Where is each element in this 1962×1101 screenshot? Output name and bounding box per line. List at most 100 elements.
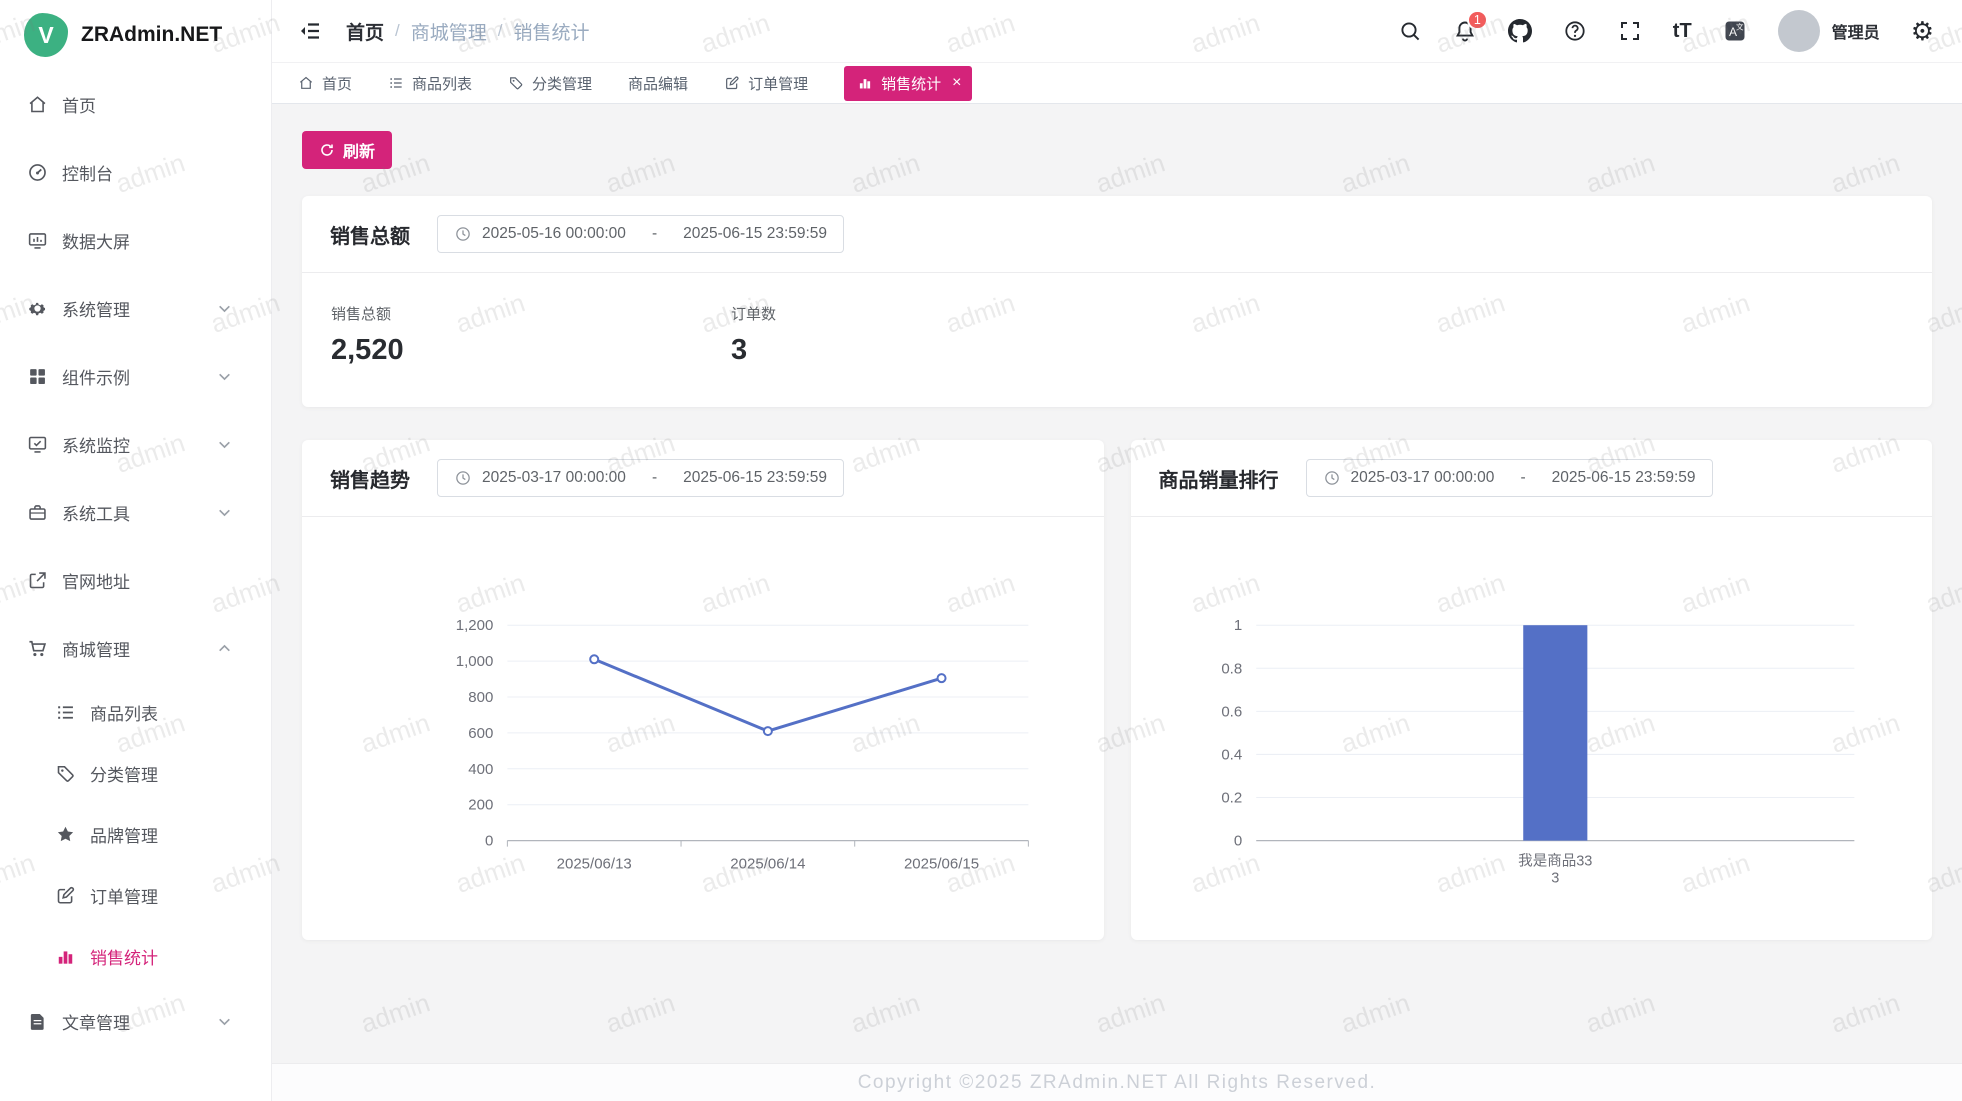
stat-order-count: 订单数 3 — [731, 303, 1131, 367]
list-icon — [388, 75, 404, 91]
notification-bell-icon[interactable]: 1 — [1453, 19, 1477, 43]
breadcrumb-item-mall[interactable]: 商城管理 — [411, 18, 487, 45]
stat-value: 2,520 — [331, 334, 731, 367]
svg-text:2025/06/14: 2025/06/14 — [730, 856, 805, 873]
sidebar-item-label: 文章管理 — [62, 1009, 130, 1034]
tab-close-icon[interactable]: × — [952, 75, 961, 91]
sidebar-item-label: 系统管理 — [62, 296, 130, 321]
github-icon[interactable] — [1508, 19, 1532, 43]
date-start: 2025-05-16 00:00:00 — [482, 225, 626, 243]
user-menu[interactable]: 管理员 — [1778, 10, 1880, 52]
sidebar-item-label: 数据大屏 — [62, 228, 130, 253]
sidebar-menu: 首页控制台数据大屏系统管理组件示例系统监控系统工具官网地址商城管理商品列表分类管… — [0, 70, 271, 1055]
sidebar-item-label: 控制台 — [62, 160, 113, 185]
sidebar-item-article[interactable]: 文章管理 — [0, 987, 271, 1055]
main-column: 首页 / 商城管理 / 销售统计 1 — [272, 0, 1962, 1101]
svg-text:0.4: 0.4 — [1221, 746, 1242, 763]
chevron-down-icon — [214, 434, 235, 455]
sidebar-item-website[interactable]: 官网地址 — [0, 546, 271, 614]
language-icon[interactable]: A文 — [1723, 19, 1747, 43]
category-icon — [508, 75, 524, 91]
home-icon — [27, 94, 48, 115]
sidebar-item-console[interactable]: 控制台 — [0, 138, 271, 206]
stat-label: 销售总额 — [331, 303, 731, 324]
sidebar-item-monitor[interactable]: 系统监控 — [0, 410, 271, 478]
svg-text:600: 600 — [468, 725, 493, 742]
sidebar-item-label: 商城管理 — [62, 636, 130, 661]
product-rank-card: 商品销量排行 2025-03-17 00:00:00 - 2025-06-15 … — [1131, 440, 1933, 940]
breadcrumb-item-home[interactable]: 首页 — [346, 18, 384, 45]
sidebar-collapse-icon[interactable] — [298, 19, 322, 43]
svg-text:0.6: 0.6 — [1221, 703, 1242, 720]
sidebar-item-components[interactable]: 组件示例 — [0, 342, 271, 410]
chevron-down-icon — [214, 298, 235, 319]
breadcrumb: 首页 / 商城管理 / 销售统计 — [346, 18, 590, 45]
svg-text:2025/06/13: 2025/06/13 — [557, 856, 632, 873]
tab-goods-list[interactable]: 商品列表 — [388, 73, 472, 94]
sidebar: V ZRAdmin.NET 首页控制台数据大屏系统管理组件示例系统监控系统工具官… — [0, 0, 272, 1101]
search-icon[interactable] — [1398, 19, 1422, 43]
summary-date-range-picker[interactable]: 2025-05-16 00:00:00 - 2025-06-15 23:59:5… — [437, 215, 844, 253]
stat-label: 订单数 — [731, 303, 1131, 324]
summary-card-title: 销售总额 — [330, 220, 410, 249]
refresh-button[interactable]: 刷新 — [302, 131, 392, 169]
date-separator: - — [652, 469, 657, 487]
category-icon — [55, 763, 76, 784]
sidebar-submenu-mall: 商品列表分类管理品牌管理订单管理销售统计 — [0, 682, 271, 987]
clock-icon — [454, 469, 472, 487]
sidebar-item-home[interactable]: 首页 — [0, 70, 271, 138]
stat-total-sales: 销售总额 2,520 — [331, 303, 731, 367]
sidebar-item-order[interactable]: 订单管理 — [0, 865, 271, 926]
sidebar-item-brand[interactable]: 品牌管理 — [0, 804, 271, 865]
svg-text:0: 0 — [1233, 833, 1241, 850]
settings-gear-icon[interactable]: ⚙ — [1911, 19, 1934, 43]
rank-date-range-picker[interactable]: 2025-03-17 00:00:00 - 2025-06-15 23:59:5… — [1306, 459, 1713, 497]
tab-label: 商品编辑 — [628, 73, 688, 94]
sidebar-item-sales-stats[interactable]: 销售统计 — [0, 926, 271, 987]
bar-chart-icon — [857, 75, 873, 91]
edit-icon — [724, 75, 740, 91]
tab-label: 订单管理 — [748, 73, 808, 94]
sidebar-item-label: 组件示例 — [62, 364, 130, 389]
copyright-text: Copyright ©2025 ZRAdmin.NET All Rights R… — [858, 1072, 1377, 1094]
svg-text:1: 1 — [1233, 617, 1241, 634]
fullscreen-icon[interactable] — [1618, 19, 1642, 43]
sidebar-item-label: 销售统计 — [90, 944, 158, 969]
sidebar-item-category[interactable]: 分类管理 — [0, 743, 271, 804]
sidebar-item-label: 品牌管理 — [90, 822, 158, 847]
svg-text:2025/06/15: 2025/06/15 — [904, 856, 979, 873]
app-root: V ZRAdmin.NET 首页控制台数据大屏系统管理组件示例系统监控系统工具官… — [0, 0, 1962, 1101]
sidebar-item-label: 订单管理 — [90, 883, 158, 908]
date-start: 2025-03-17 00:00:00 — [482, 469, 626, 487]
app-logo[interactable]: V ZRAdmin.NET — [0, 0, 271, 70]
navbar-actions: 1 tT A文 管理员 ⚙ — [1398, 10, 1934, 52]
sidebar-item-system[interactable]: 系统管理 — [0, 274, 271, 342]
tab-home[interactable]: 首页 — [298, 73, 352, 94]
date-start: 2025-03-17 00:00:00 — [1351, 469, 1495, 487]
svg-text:1,000: 1,000 — [456, 653, 494, 670]
sales-summary-card: 销售总额 2025-05-16 00:00:00 - 2025-06-15 23… — [302, 196, 1932, 407]
screen-icon — [27, 230, 48, 251]
sidebar-item-goods-list[interactable]: 商品列表 — [0, 682, 271, 743]
clock-icon — [1323, 469, 1341, 487]
breadcrumb-item-current: 销售统计 — [514, 18, 590, 45]
chevron-down-icon — [214, 502, 235, 523]
username: 管理员 — [1832, 19, 1880, 43]
edit-icon — [55, 885, 76, 906]
tab-order[interactable]: 订单管理 — [724, 73, 808, 94]
tabs-bar: 首页 商品列表 分类管理 商品编辑 订单管理 销售统计× — [272, 62, 1962, 104]
help-icon[interactable] — [1563, 19, 1587, 43]
dashboard-icon — [27, 162, 48, 183]
trend-card-title: 销售趋势 — [330, 464, 410, 493]
trend-date-range-picker[interactable]: 2025-03-17 00:00:00 - 2025-06-15 23:59:5… — [437, 459, 844, 497]
tab-category[interactable]: 分类管理 — [508, 73, 592, 94]
tab-sales-stats[interactable]: 销售统计× — [844, 66, 972, 101]
font-size-icon[interactable]: tT — [1673, 19, 1692, 43]
grid-icon — [27, 366, 48, 387]
tab-goods-edit[interactable]: 商品编辑 — [628, 73, 688, 94]
sidebar-item-label: 首页 — [62, 92, 96, 117]
sidebar-item-tools[interactable]: 系统工具 — [0, 478, 271, 546]
svg-text:3: 3 — [1551, 871, 1559, 887]
sidebar-item-mall[interactable]: 商城管理 — [0, 614, 271, 682]
sidebar-item-datascreen[interactable]: 数据大屏 — [0, 206, 271, 274]
